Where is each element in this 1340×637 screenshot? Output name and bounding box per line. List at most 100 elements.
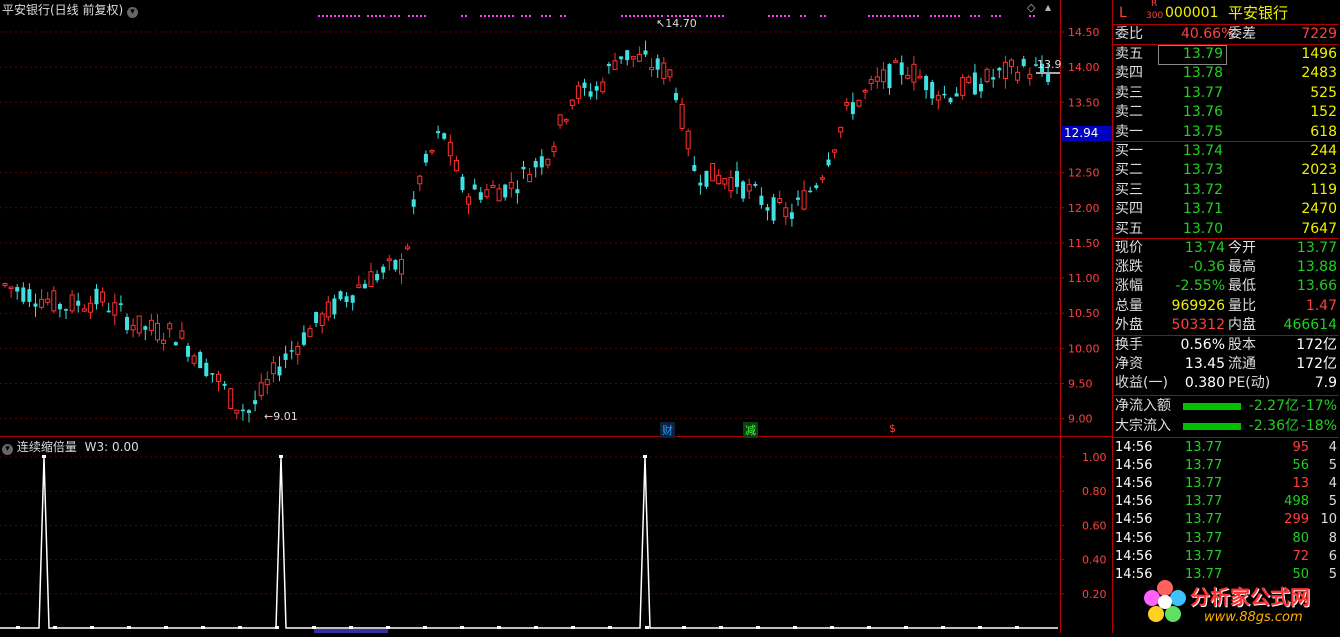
event-marker-reduce[interactable]: 减 (743, 422, 758, 438)
bid-row[interactable]: 买四 13.71 2470 (1113, 200, 1339, 219)
ask-row[interactable]: 卖一 13.75 618 (1113, 123, 1339, 142)
candle-body (569, 99, 575, 106)
candle-body (753, 183, 758, 186)
chevron-down-icon[interactable]: ▾ (127, 7, 139, 18)
signal-dot (354, 15, 356, 17)
indicator-axis-label: 0.20 (1082, 588, 1107, 601)
ask-row[interactable]: 卖五 13.79 1496 (1113, 45, 1339, 64)
candle-body (173, 342, 178, 346)
event-marker-dividend[interactable]: $ (887, 422, 898, 435)
indicator-zero-marker (978, 626, 982, 629)
candle-body (45, 298, 51, 303)
index-flag-bottom: 300 (1146, 11, 1164, 21)
candle-body (636, 54, 642, 62)
signal-dot (379, 15, 381, 17)
ask-price: 13.79 (1182, 46, 1223, 62)
signal-dot (946, 15, 948, 17)
market-flag: L (1119, 5, 1127, 21)
signal-dot (722, 15, 724, 17)
stock-code[interactable]: 000001 (1165, 2, 1218, 24)
candle-body (704, 170, 709, 187)
signal-dot (621, 15, 623, 17)
candle-body (417, 175, 423, 185)
fin-label: 收益(一) (1115, 375, 1168, 392)
signal-dot (408, 15, 410, 17)
signal-dot (893, 15, 895, 17)
signal-dot (367, 15, 369, 17)
candle-body (710, 163, 716, 182)
signal-dot (629, 15, 631, 17)
signal-dot (1033, 15, 1035, 17)
candle-body (582, 82, 587, 88)
signal-dot (888, 15, 890, 17)
y-axis-label: 14.00 (1068, 61, 1100, 74)
signal-dot (334, 15, 336, 17)
candle-body (423, 153, 428, 163)
signal-dot (398, 15, 400, 17)
stat-value: 503312 (1171, 316, 1225, 333)
scroll-arrow-icon[interactable]: ▴ (1045, 0, 1051, 14)
stock-name[interactable]: 平安银行 (1228, 2, 1288, 24)
candle-body (118, 303, 123, 305)
candle-body (234, 409, 240, 414)
scrollbar-thumb[interactable] (314, 629, 388, 633)
ask-row[interactable]: 卖三 13.77 525 (1113, 84, 1339, 103)
candle-body (819, 177, 825, 180)
signal-dot (545, 15, 547, 17)
candle-body (533, 161, 538, 168)
candle-body (935, 94, 941, 101)
candle-body (606, 63, 611, 67)
candle-body (490, 184, 496, 188)
candle-body (1021, 58, 1026, 67)
flow-label: 净流入额 (1115, 398, 1171, 414)
signal-dot (872, 15, 874, 17)
indicator-zero-marker (127, 626, 131, 629)
indicator-peak-marker (42, 455, 46, 458)
candle-body (630, 55, 636, 60)
candle-body (746, 184, 752, 192)
signal-dot (710, 15, 712, 17)
candle-body (167, 323, 173, 330)
ask-row[interactable]: 卖四 13.78 2483 (1113, 64, 1339, 83)
candle-body (948, 98, 953, 103)
stat-label: 量比 (1228, 297, 1256, 314)
candle-body (386, 258, 392, 261)
signal-dot (772, 15, 774, 17)
candle-body (868, 79, 874, 84)
flow-pct: -17% (1300, 398, 1337, 414)
bid-volume: 2023 (1301, 162, 1337, 179)
candle-body (143, 326, 148, 330)
chevron-down-icon[interactable]: ▾ (2, 444, 13, 455)
candle-body (503, 184, 508, 198)
signal-dot (484, 15, 486, 17)
indicator-zero-marker (645, 626, 649, 629)
ratio-label: 委比 (1115, 26, 1143, 42)
signal-dot (768, 15, 770, 17)
signal-dot (416, 15, 418, 17)
diamond-icon[interactable]: ◇ (1027, 1, 1035, 14)
candle-body (899, 62, 904, 75)
candle-body (692, 165, 697, 171)
bid-row[interactable]: 买三 13.72 119 (1113, 181, 1339, 200)
bid-row[interactable]: 买二 13.73 2023 (1113, 161, 1339, 180)
flow-amount: -2.36亿 (1248, 417, 1299, 434)
candle-body (228, 388, 234, 410)
candle-body (344, 296, 349, 303)
signal-dot (338, 15, 340, 17)
tick-count: 6 (1328, 548, 1337, 564)
candle-body (33, 303, 38, 307)
candle-body (399, 258, 404, 275)
bid-row[interactable]: 买五 13.70 7647 (1113, 220, 1339, 239)
fin-label: PE(动) (1228, 375, 1271, 392)
ask-row[interactable]: 卖二 13.76 152 (1113, 103, 1339, 122)
signal-dot (318, 15, 320, 17)
event-marker-finance[interactable]: 财 (660, 422, 675, 438)
bid-row[interactable]: 买一 13.74 244 (1113, 142, 1339, 161)
kline-chart[interactable]: 1.00 0.80 0.60 0.40 0.20 14.50 14.00 13.50 12.5… (0, 0, 1112, 633)
signal-dot (884, 15, 886, 17)
watermark-title: 分析家公式网 (1190, 585, 1310, 609)
chart-area[interactable]: 1.00 0.80 0.60 0.40 0.20 14.50 14.00 13.50 12.5… (0, 0, 1114, 633)
candle-body (136, 315, 142, 334)
signal-dot (549, 15, 551, 17)
candle-body (112, 302, 118, 316)
